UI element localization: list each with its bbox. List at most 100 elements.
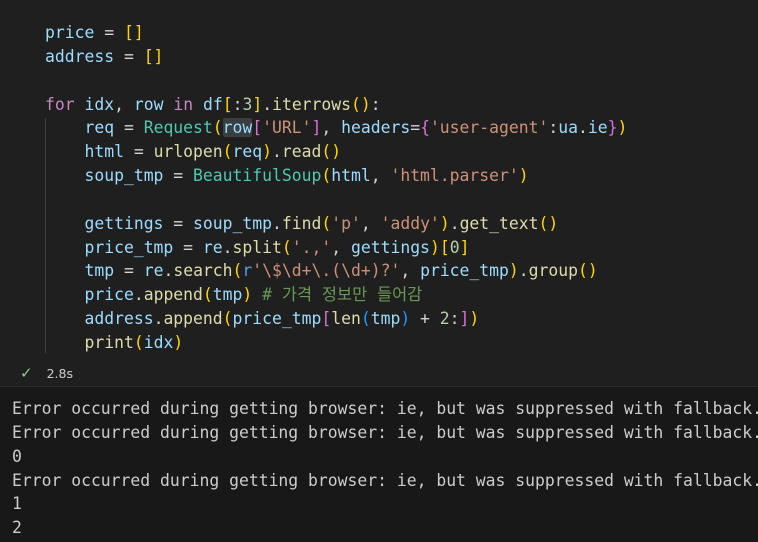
code-cell[interactable]: price = [] address = [] for idx, row in d… — [0, 0, 758, 386]
code-token: idx — [84, 94, 115, 114]
code-token: get_text — [459, 213, 539, 233]
code-token: 'addy' — [380, 213, 440, 233]
code-line[interactable] — [45, 69, 627, 93]
code-token: iterrows — [272, 94, 352, 114]
code-token: . — [272, 142, 282, 162]
code-token: 'user-agent' — [429, 118, 549, 138]
code-token: . — [272, 213, 282, 233]
output-text: Error occurred during getting browser: i… — [12, 397, 758, 540]
code-line[interactable] — [45, 188, 627, 212]
code-token: price_tmp — [420, 261, 509, 281]
output-line: 2 — [12, 518, 22, 538]
code-token: { — [420, 118, 430, 138]
code-token: = — [163, 166, 194, 186]
code-token: [ — [222, 94, 233, 114]
code-token: ( — [360, 309, 371, 329]
output-line: 1 — [12, 494, 22, 514]
code-token: row — [222, 118, 253, 138]
code-line[interactable]: html = urlopen(req).read() — [45, 140, 627, 164]
cell-output[interactable]: Error occurred during getting browser: i… — [0, 387, 758, 542]
code-token: BeautifulSoup — [193, 166, 322, 186]
code-token: gettings — [350, 237, 430, 257]
code-token: r — [242, 261, 253, 281]
code-token: Request — [143, 118, 213, 138]
code-line[interactable]: soup_tmp = BeautifulSoup(html, 'html.par… — [45, 164, 627, 188]
code-token: . — [163, 261, 174, 281]
code-token: ( — [281, 237, 292, 257]
code-token: [] — [123, 23, 144, 42]
code-token: price — [45, 23, 95, 42]
code-token: } — [607, 118, 618, 138]
code-line[interactable]: price = [] — [45, 21, 627, 45]
check-icon: ✓ — [20, 364, 33, 382]
code-token: read — [281, 142, 322, 162]
code-token: , — [114, 94, 134, 114]
code-token: = — [163, 213, 194, 233]
code-line[interactable]: gettings = soup_tmp.find('p', 'addy').ge… — [45, 212, 627, 236]
code-token: tmp — [370, 309, 401, 329]
code-token: . — [153, 309, 164, 329]
code-token: ) — [262, 142, 273, 162]
code-token: , — [331, 237, 351, 257]
code-token: ua — [558, 118, 578, 138]
code-token: ( — [222, 309, 233, 329]
output-line: Error occurred during getting browser: i… — [12, 422, 758, 442]
code-token: ie — [587, 118, 608, 138]
code-token: '.,' — [291, 237, 332, 257]
code-token: = — [114, 46, 144, 66]
execution-time: 2.8s — [46, 365, 73, 381]
code-line[interactable]: req = Request(row['URL'], headers={'user… — [45, 116, 627, 140]
code-token: row — [133, 94, 164, 114]
code-token: ( — [232, 261, 243, 281]
code-token: , — [321, 118, 342, 138]
code-token: = — [123, 142, 154, 162]
code-token: ( — [321, 213, 332, 233]
code-token: : — [370, 94, 381, 114]
code-line[interactable]: print(idx) — [45, 331, 627, 355]
code-token: in — [173, 94, 194, 114]
code-token: ] — [459, 309, 470, 329]
code-token: search — [173, 261, 233, 281]
code-line[interactable]: price.append(tmp) # 가격 정보만 들어감 — [45, 283, 627, 307]
code-token: price — [84, 285, 134, 305]
code-token: find — [281, 213, 322, 233]
code-line[interactable]: address.append(price_tmp[len(tmp) + 2:]) — [45, 307, 627, 331]
code-line[interactable]: price_tmp = re.split('.,', gettings)[0] — [45, 236, 627, 260]
code-token: price_tmp — [232, 309, 322, 329]
code-line[interactable]: for idx, row in df[:3].iterrows(): — [45, 93, 627, 117]
code-token: # 가격 정보만 들어감 — [262, 285, 423, 305]
code-token: ) — [439, 213, 450, 233]
code-token: ( — [212, 118, 223, 138]
code-token: for — [45, 94, 75, 114]
code-token: '\$\d+\.(\d+)?' — [252, 261, 401, 281]
code-token: ) — [173, 332, 184, 352]
code-token: ) — [429, 237, 440, 257]
code-line[interactable]: address = [] — [45, 45, 627, 69]
code-token: = — [173, 237, 203, 257]
code-token: 3 — [242, 94, 253, 114]
code-token: urlopen — [153, 142, 223, 162]
output-line: 0 — [12, 446, 22, 466]
code-token: soup_tmp — [193, 213, 272, 233]
code-token: req — [84, 118, 115, 138]
code-token: re — [143, 261, 164, 281]
code-line[interactable]: tmp = re.search(r'\$\d+\.(\d+)?', price_… — [45, 259, 627, 283]
code-token: address — [84, 309, 154, 329]
code-token: 'URL' — [262, 118, 312, 138]
code-token: . — [133, 285, 144, 305]
code-token: ) — [508, 261, 519, 281]
code-token: ( — [133, 332, 144, 352]
code-token: address — [45, 46, 115, 66]
code-token: () — [351, 94, 371, 114]
code-token: , — [360, 213, 381, 233]
code-token: () — [577, 261, 598, 281]
code-editor[interactable]: price = [] address = [] for idx, row in d… — [45, 21, 627, 355]
